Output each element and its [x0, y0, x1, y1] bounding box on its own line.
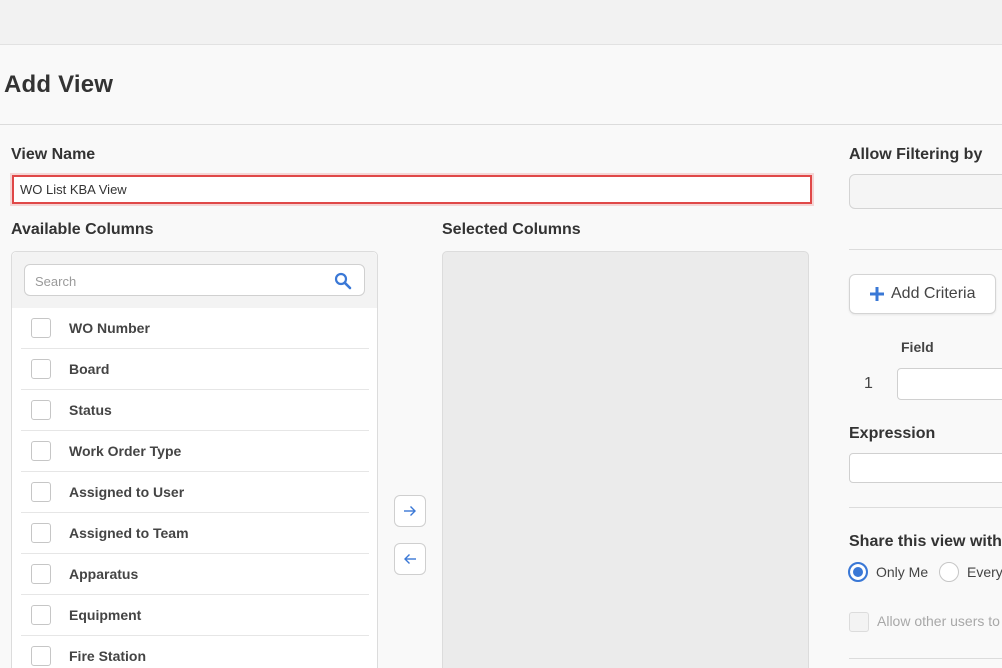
- list-item[interactable]: WO Number: [21, 308, 369, 349]
- field-column-header: Field: [901, 339, 934, 355]
- list-item[interactable]: Board: [21, 349, 369, 390]
- everyone-label: Every: [967, 564, 1002, 580]
- column-label: WO Number: [69, 320, 150, 336]
- allow-others-label: Allow other users to: [877, 613, 1000, 629]
- allow-filtering-label: Allow Filtering by: [849, 146, 983, 163]
- checkbox[interactable]: [31, 605, 51, 625]
- add-criteria-button[interactable]: Add Criteria: [849, 274, 996, 314]
- view-name-input[interactable]: [12, 175, 812, 204]
- column-label: Work Order Type: [69, 443, 182, 459]
- add-criteria-label: Add Criteria: [891, 285, 976, 302]
- list-item[interactable]: Fire Station: [21, 636, 369, 668]
- checkbox[interactable]: [31, 564, 51, 584]
- everyone-radio[interactable]: [939, 562, 959, 582]
- page-title: Add View: [4, 71, 114, 98]
- divider: [849, 507, 1002, 508]
- search-input[interactable]: [35, 271, 325, 291]
- checkbox[interactable]: [31, 482, 51, 502]
- selected-columns-panel[interactable]: [442, 251, 809, 668]
- arrow-left-icon: [404, 554, 416, 564]
- plus-icon: [870, 287, 884, 301]
- checkbox[interactable]: [31, 523, 51, 543]
- column-label: Apparatus: [69, 566, 139, 582]
- available-columns-label: Available Columns: [11, 221, 154, 238]
- arrow-right-icon: [404, 506, 416, 516]
- search-icon[interactable]: [334, 272, 352, 290]
- move-right-button[interactable]: [394, 495, 426, 527]
- search-area: [12, 252, 377, 308]
- view-name-label: View Name: [11, 146, 96, 163]
- checkbox[interactable]: [31, 359, 51, 379]
- expression-input[interactable]: [849, 453, 1002, 483]
- list-item[interactable]: Assigned to User: [21, 472, 369, 513]
- list-item[interactable]: Equipment: [21, 595, 369, 636]
- allow-others-checkbox[interactable]: [849, 612, 869, 632]
- column-label: Equipment: [69, 607, 142, 623]
- checkbox[interactable]: [31, 400, 51, 420]
- column-label: Fire Station: [69, 648, 147, 664]
- criteria-row-number: 1: [864, 375, 873, 392]
- available-columns-list: WO Number Board Status Work Order Type A…: [21, 308, 369, 668]
- column-label: Board: [69, 361, 110, 377]
- search-box[interactable]: [24, 264, 365, 296]
- title-divider: [0, 124, 1002, 125]
- checkbox[interactable]: [31, 441, 51, 461]
- column-label: Assigned to User: [69, 484, 185, 500]
- list-item[interactable]: Apparatus: [21, 554, 369, 595]
- top-bar: [0, 0, 1002, 45]
- column-label: Assigned to Team: [69, 525, 189, 541]
- expression-label: Expression: [849, 425, 936, 442]
- allow-filtering-select[interactable]: [849, 174, 1002, 209]
- divider: [849, 249, 1002, 250]
- share-view-label: Share this view with: [849, 533, 1002, 550]
- only-me-label: Only Me: [876, 564, 929, 580]
- list-item[interactable]: Assigned to Team: [21, 513, 369, 554]
- move-left-button[interactable]: [394, 543, 426, 575]
- checkbox[interactable]: [31, 318, 51, 338]
- list-item[interactable]: Work Order Type: [21, 431, 369, 472]
- selected-columns-label: Selected Columns: [442, 221, 581, 238]
- available-columns-panel: WO Number Board Status Work Order Type A…: [11, 251, 378, 668]
- only-me-radio[interactable]: [848, 562, 868, 582]
- column-label: Status: [69, 402, 112, 418]
- divider: [849, 658, 1002, 659]
- criteria-field-select[interactable]: [897, 368, 1002, 400]
- list-item[interactable]: Status: [21, 390, 369, 431]
- checkbox[interactable]: [31, 646, 51, 666]
